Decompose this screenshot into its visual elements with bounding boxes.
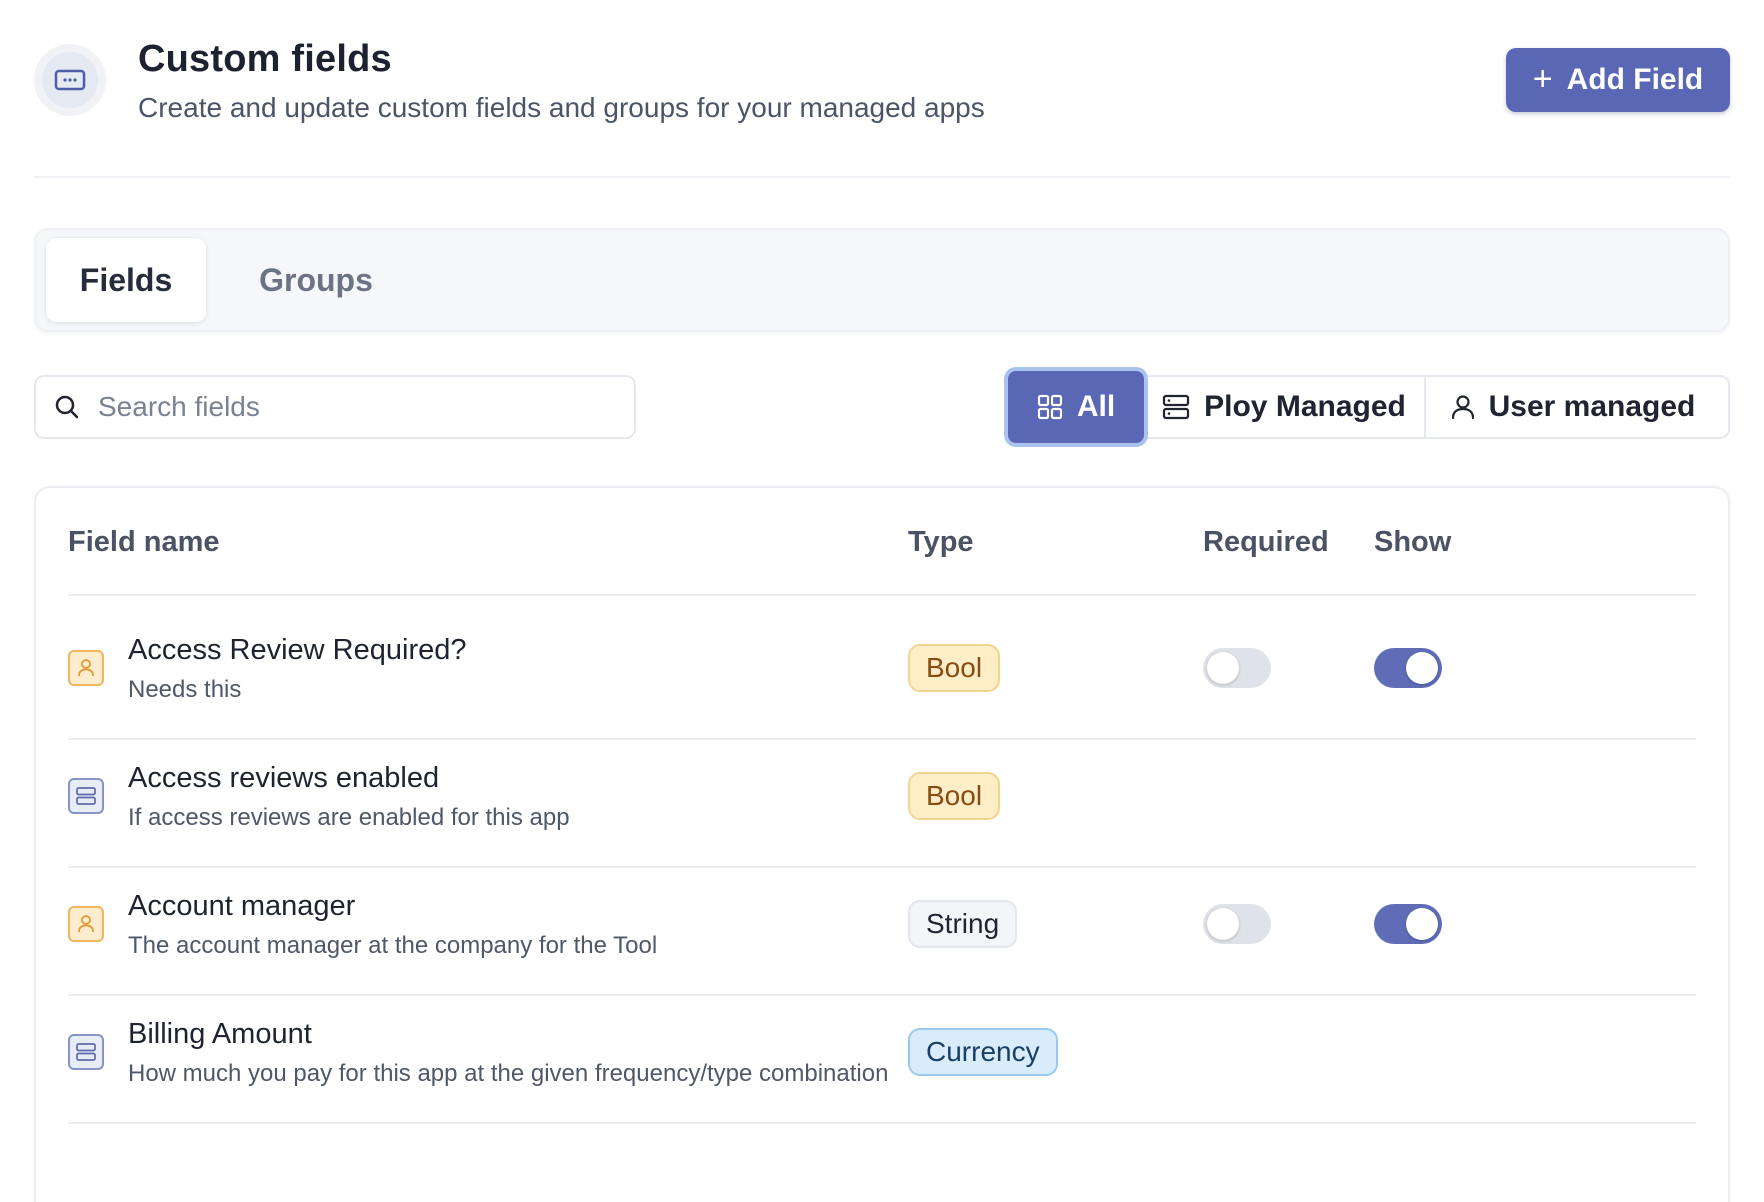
column-show: Show	[1374, 526, 1452, 558]
tab-fields[interactable]: Fields	[46, 238, 206, 322]
filter-all-label: All	[1076, 390, 1116, 423]
ploy-managed-icon	[68, 1034, 104, 1070]
show-toggle[interactable]	[1374, 648, 1442, 688]
field-description: How much you pay for this app at the giv…	[128, 1060, 889, 1087]
table-header: Field name Type Required Show	[68, 488, 1696, 596]
plus-icon: +	[1532, 60, 1553, 98]
table-row[interactable]: Account manager The account manager at t…	[68, 852, 1696, 996]
field-description: If access reviews are enabled for this a…	[128, 804, 570, 831]
show-toggle[interactable]	[1374, 904, 1442, 944]
type-badge: Bool	[908, 644, 1001, 692]
search-icon	[55, 395, 79, 419]
filter-ploy-label: Ploy Managed	[1204, 390, 1406, 423]
filter-ploy-managed[interactable]: Ploy Managed	[1144, 377, 1426, 437]
page-header: Custom fields Create and update custom f…	[34, 0, 1730, 178]
page-title: Custom fields	[138, 38, 392, 80]
filter-all[interactable]: All	[1008, 371, 1144, 443]
user-managed-icon	[68, 906, 104, 942]
field-description: Needs this	[128, 676, 242, 703]
ploy-managed-icon	[68, 778, 104, 814]
add-field-button[interactable]: + Add Field	[1506, 48, 1730, 112]
filter-user-managed[interactable]: User managed	[1426, 377, 1720, 437]
column-required: Required	[1203, 526, 1329, 558]
search-box	[34, 375, 636, 439]
custom-fields-page: Custom fields Create and update custom f…	[0, 0, 1764, 1202]
column-type: Type	[908, 526, 974, 558]
required-toggle[interactable]	[1203, 904, 1271, 944]
server-icon	[1163, 394, 1190, 420]
form-input-icon	[34, 44, 106, 116]
tab-groups[interactable]: Groups	[222, 238, 410, 322]
field-name: Access Review Required?	[128, 634, 467, 666]
type-badge: Bool	[908, 772, 1001, 820]
add-field-label: Add Field	[1566, 63, 1704, 96]
field-name: Access reviews enabled	[128, 762, 440, 794]
page-subtitle: Create and update custom fields and grou…	[138, 92, 985, 123]
tab-bar: Fields Groups	[34, 228, 1730, 332]
grid-icon	[1037, 394, 1062, 420]
field-name: Account manager	[128, 890, 356, 922]
field-name: Billing Amount	[128, 1018, 312, 1050]
search-input[interactable]	[98, 391, 598, 423]
required-toggle[interactable]	[1203, 648, 1271, 688]
table-row[interactable]: Billing Amount How much you pay for this…	[68, 980, 1696, 1124]
user-icon	[1451, 395, 1474, 420]
field-description: The account manager at the company for t…	[128, 932, 658, 959]
table-row[interactable]: Access Review Required? Needs this Bool	[68, 596, 1696, 740]
fields-table: Field name Type Required Show Access Rev…	[34, 486, 1730, 1202]
type-badge: Currency	[908, 1028, 1058, 1076]
filter-user-label: User managed	[1488, 390, 1696, 423]
type-badge: String	[908, 900, 1018, 948]
user-managed-icon	[68, 650, 104, 686]
table-row[interactable]: Access reviews enabled If access reviews…	[68, 724, 1696, 868]
column-field-name: Field name	[68, 526, 220, 558]
source-filter: All Ploy Managed User managed	[1008, 371, 1730, 443]
